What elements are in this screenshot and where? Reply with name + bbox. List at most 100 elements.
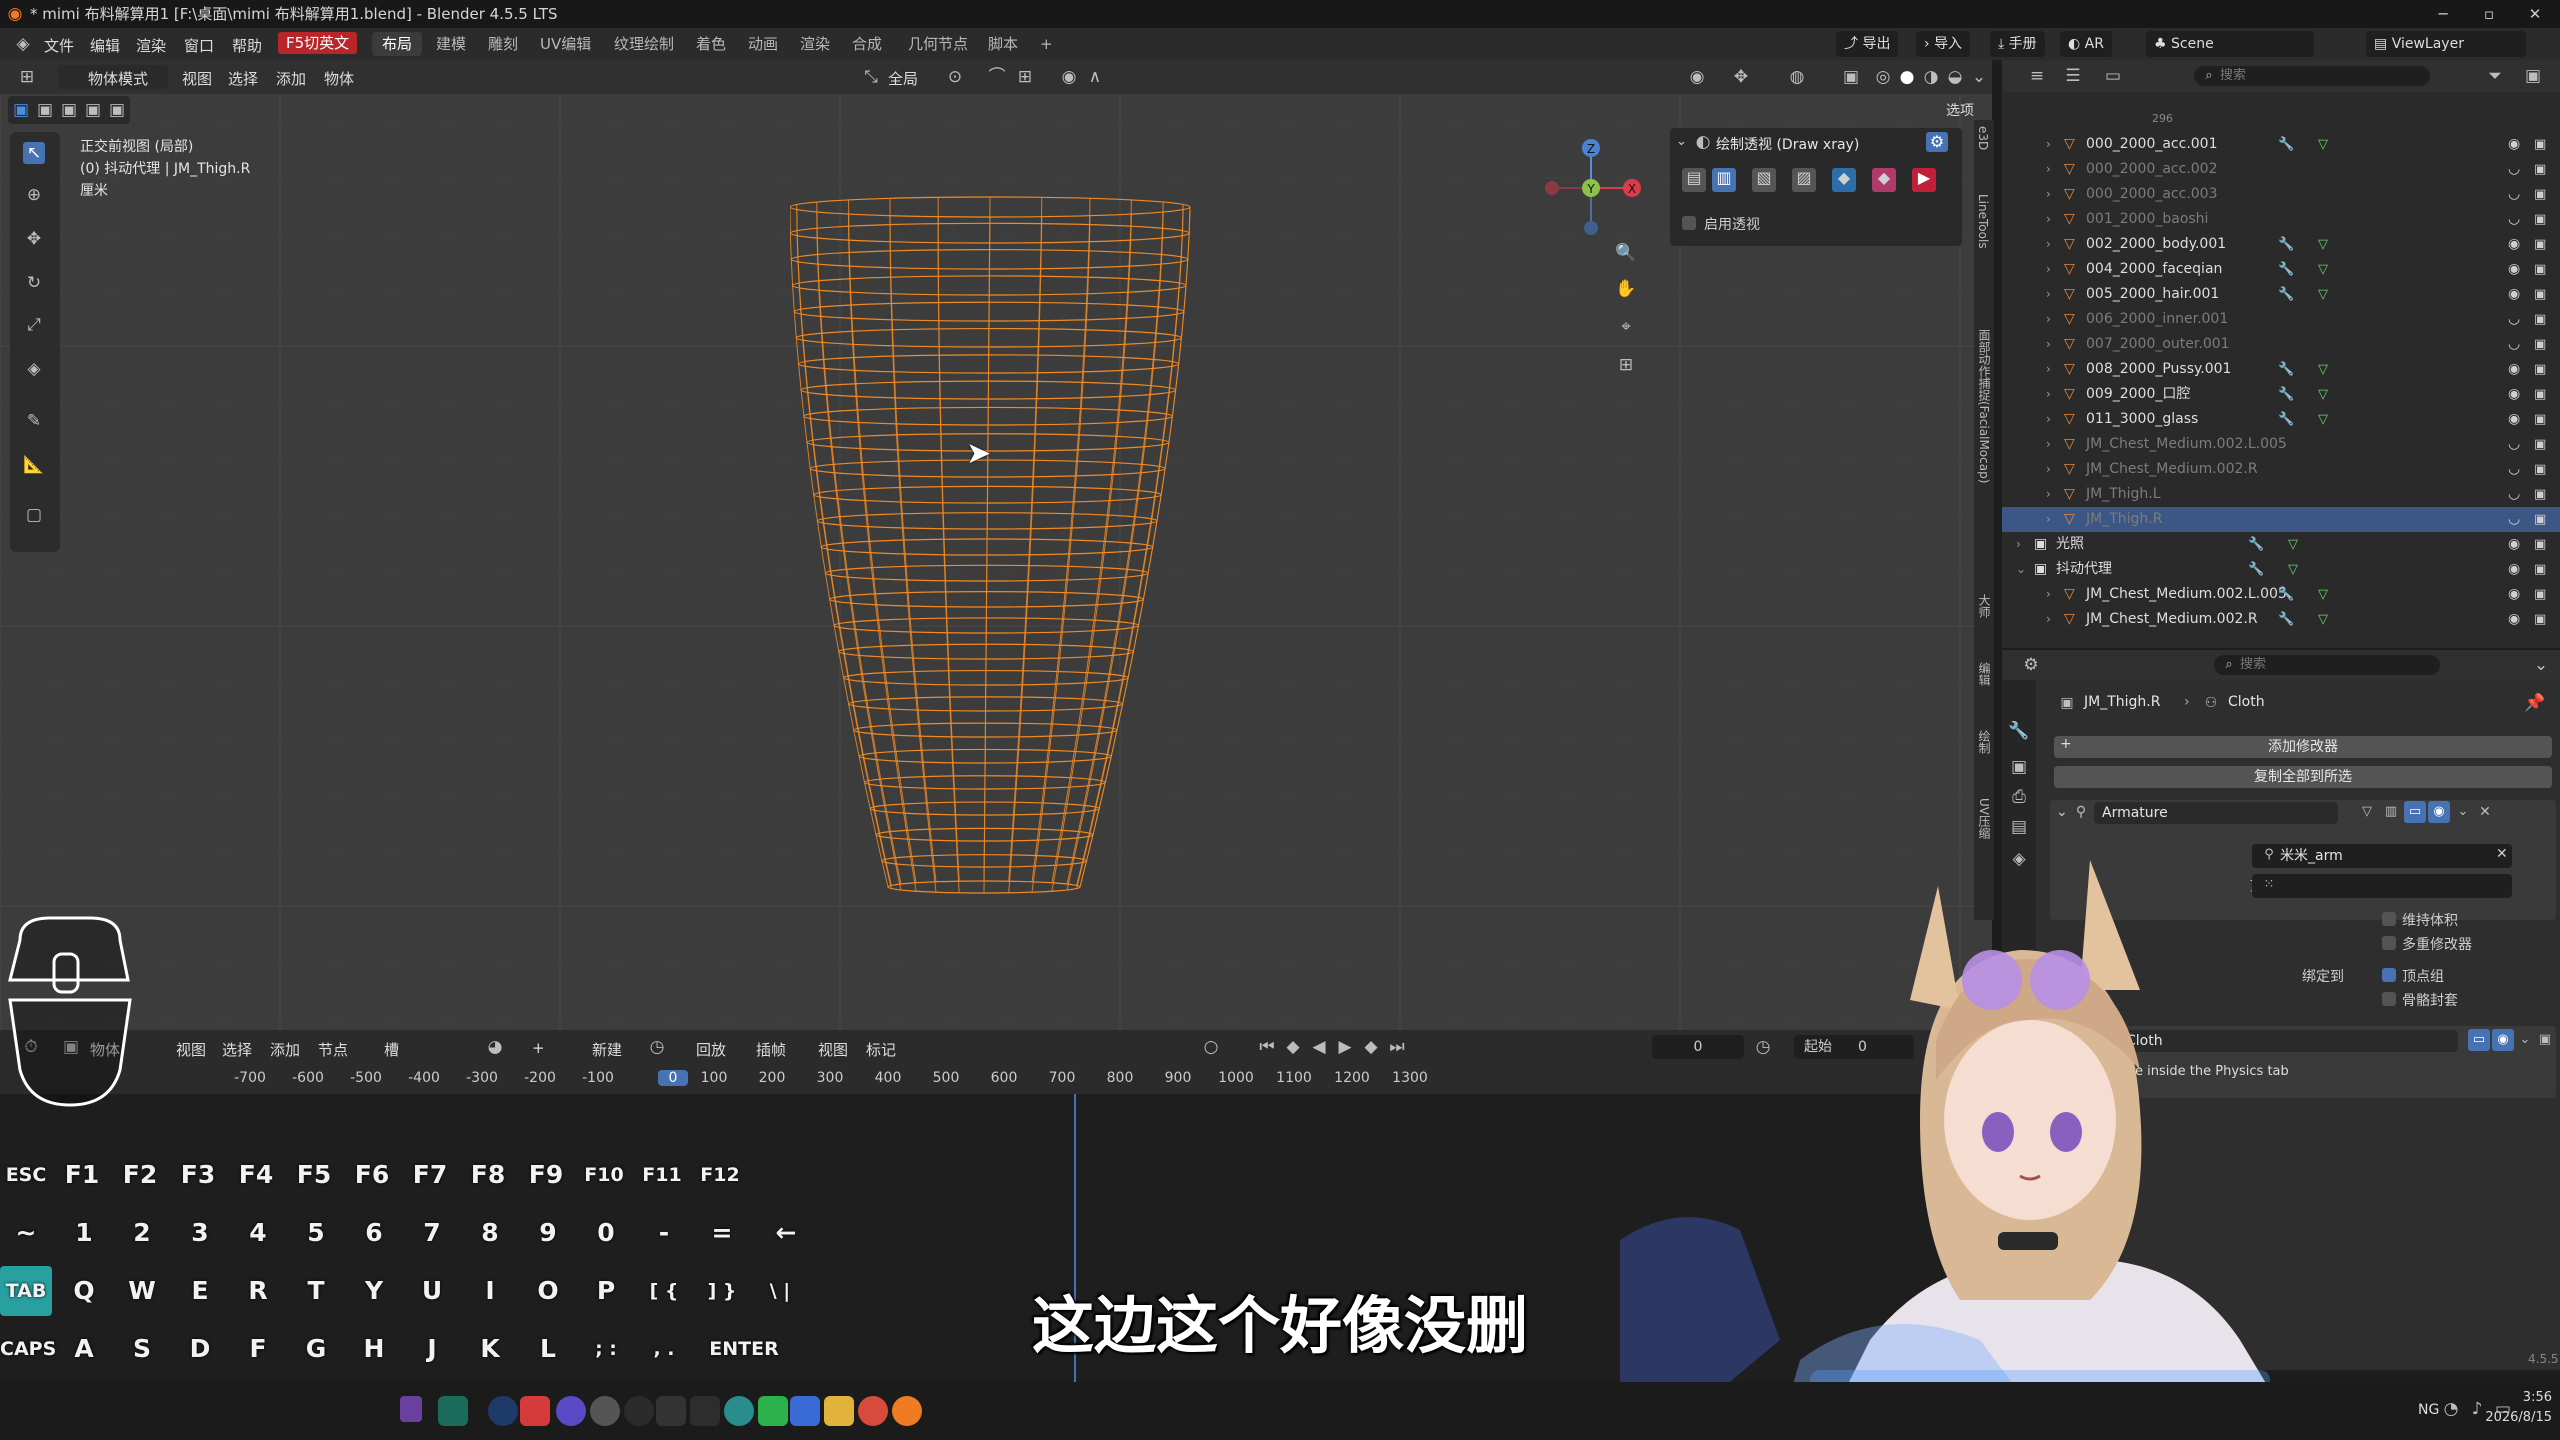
camera-view-icon[interactable]: ⌖: [1608, 316, 1644, 348]
expand-arrow-icon[interactable]: ›: [2046, 382, 2051, 407]
outliner-row[interactable]: › ▽ JM_Chest_Medium.002.R 🔧 ▽ ◉ ▣: [2002, 607, 2560, 632]
tool-tab-icon[interactable]: 🔧: [2008, 720, 2030, 742]
menu-help[interactable]: 帮助: [232, 35, 262, 56]
outliner-row[interactable]: ⌄ ▣ 抖动代理 🔧 ▽ ◉ ▣: [2002, 557, 2560, 582]
tl-menu-add[interactable]: 添加: [270, 1039, 300, 1060]
expand-arrow-icon[interactable]: ›: [2046, 332, 2051, 357]
modifier-wrench-icon[interactable]: 🔧: [2278, 357, 2294, 382]
material-shading-icon[interactable]: ◑: [1920, 66, 1942, 88]
expand-arrow-icon[interactable]: ⌄: [2016, 557, 2026, 582]
render-camera-icon[interactable]: ▣: [2534, 432, 2550, 452]
close-button[interactable]: ✕: [2512, 0, 2558, 28]
cloth-viewport-toggle-icon[interactable]: ▭: [2468, 1029, 2490, 1051]
zoom-icon[interactable]: 🔍: [1608, 242, 1644, 274]
snap-target-icon[interactable]: ⊞: [1014, 66, 1036, 88]
visibility-eye-icon[interactable]: ◡: [2508, 307, 2524, 327]
expand-arrow-icon[interactable]: ›: [2046, 307, 2051, 332]
render-camera-icon[interactable]: ▣: [2534, 257, 2550, 277]
outliner-row[interactable]: › ▽ JM_Thigh.L ◡ ▣: [2002, 482, 2560, 507]
tl-menu-node[interactable]: 节点: [318, 1039, 348, 1060]
visibility-eye-icon[interactable]: ◡: [2508, 457, 2524, 477]
overlay-icon[interactable]: ◍: [1786, 66, 1808, 88]
export-button[interactable]: ⤴ 导出: [1836, 31, 1899, 57]
navigation-gizmo[interactable]: Z X Y: [1536, 136, 1646, 246]
file-explorer-icon[interactable]: [824, 1396, 854, 1426]
vertex-data-icon[interactable]: ▽: [2318, 582, 2328, 607]
play-icon[interactable]: ▶: [1334, 1036, 1356, 1058]
ime-indicator[interactable]: NG: [2418, 1402, 2439, 1418]
vp-menu-select[interactable]: 选择: [228, 68, 258, 89]
expand-arrow-icon[interactable]: ›: [2046, 582, 2051, 607]
gizmo-neg-z[interactable]: [1584, 221, 1598, 235]
viewlayer-selector[interactable]: ▤ ViewLayer: [2366, 31, 2526, 57]
app-teal-icon[interactable]: [724, 1396, 754, 1426]
vertex-data-icon[interactable]: ▽: [2318, 357, 2328, 382]
discord-icon[interactable]: [556, 1396, 586, 1426]
tl-menu-view2[interactable]: 视图: [818, 1039, 848, 1060]
jump-start-icon[interactable]: ⏮: [1256, 1036, 1278, 1058]
tl-menu-marker[interactable]: 标记: [866, 1039, 896, 1060]
select-box-icon[interactable]: ↖: [23, 142, 45, 164]
vp-menu-view[interactable]: 视图: [182, 68, 212, 89]
settings-gear-icon[interactable]: ⚙: [1926, 132, 1948, 152]
modifier-wrench-icon[interactable]: 🔧: [2278, 607, 2294, 632]
sidebar-tab-5[interactable]: 绘制: [1976, 730, 1993, 754]
visibility-eye-icon[interactable]: ◉: [2508, 257, 2524, 277]
tab-uv[interactable]: UV编辑: [530, 32, 601, 56]
visibility-eye-icon[interactable]: ◉: [2508, 282, 2524, 302]
expand-arrow-icon[interactable]: ›: [2046, 457, 2051, 482]
render-camera-icon[interactable]: ▣: [2534, 232, 2550, 252]
visibility-eye-icon[interactable]: ◡: [2508, 482, 2524, 502]
xray-mode-6-icon[interactable]: ◆: [1872, 168, 1896, 192]
solid-shading-icon[interactable]: ●: [1896, 66, 1918, 88]
cloth-extra-icon[interactable]: ▣: [2534, 1029, 2556, 1051]
xray-mode-3-icon[interactable]: ▧: [1752, 168, 1776, 192]
play-reverse-icon[interactable]: ◀: [1308, 1036, 1330, 1058]
xray-mode-7-icon[interactable]: ▶: [1912, 168, 1936, 192]
gizmo-neg-x[interactable]: [1545, 181, 1559, 195]
expand-arrow-icon[interactable]: ›: [2046, 357, 2051, 382]
tab-animation[interactable]: 动画: [738, 32, 788, 56]
add-workspace-button[interactable]: +: [1030, 32, 1063, 56]
xray-enable-checkbox[interactable]: [1682, 216, 1696, 230]
sidebar-tab-2[interactable]: 面部动作捕捉(FacialMocap): [1976, 329, 1993, 483]
outliner-row[interactable]: › ▽ 011_3000_glass 🔧 ▽ ◉ ▣: [2002, 407, 2560, 432]
render-camera-icon[interactable]: ▣: [2534, 357, 2550, 377]
move-icon[interactable]: ✥: [23, 228, 45, 250]
output-tab-icon[interactable]: ⎙: [2008, 786, 2030, 808]
render-camera-icon[interactable]: ▣: [2534, 557, 2550, 577]
pan-hand-icon[interactable]: ✋: [1608, 278, 1644, 310]
select-intersect-icon[interactable]: ▣: [106, 99, 128, 121]
vertex-data-icon[interactable]: ▽: [2288, 532, 2298, 557]
bind-vgroup-checkbox[interactable]: [2382, 968, 2396, 982]
visibility-eye-icon[interactable]: ◉: [2508, 382, 2524, 402]
slot-selector[interactable]: 槽: [384, 1039, 399, 1060]
menu-window[interactable]: 窗口: [184, 35, 214, 56]
visibility-eye-icon[interactable]: ◉: [2508, 582, 2524, 602]
pivot-icon[interactable]: ⊙: [944, 66, 966, 88]
transform-icon[interactable]: ◈: [23, 358, 45, 380]
cage-toggle-icon[interactable]: ▥: [2380, 801, 2402, 823]
expand-arrow-icon[interactable]: ›: [2046, 157, 2051, 182]
rotate-icon[interactable]: ↻: [23, 272, 45, 294]
outliner-row[interactable]: › ▽ 006_2000_inner.001 ◡ ▣: [2002, 307, 2560, 332]
modifier-wrench-icon[interactable]: 🔧: [2278, 382, 2294, 407]
menu-render[interactable]: 渲染: [136, 35, 166, 56]
visibility-eye-icon[interactable]: ◡: [2508, 157, 2524, 177]
perspective-grid-icon[interactable]: ⊞: [1608, 354, 1644, 386]
paw-icon[interactable]: [624, 1396, 654, 1426]
render-toggle-icon[interactable]: ◉: [2428, 801, 2450, 823]
measure-icon[interactable]: 📐: [23, 454, 45, 476]
tab-layout[interactable]: 布局: [372, 32, 423, 56]
edit-mode-toggle-icon[interactable]: ▽: [2356, 801, 2378, 823]
playback-icon[interactable]: ◷: [646, 1036, 668, 1058]
steam-icon[interactable]: [488, 1396, 518, 1426]
bind-envelope-checkbox[interactable]: [2382, 992, 2396, 1006]
multi-modifier-checkbox[interactable]: [2382, 936, 2396, 950]
select-subtract-icon[interactable]: ▣: [58, 99, 80, 121]
tl-menu-keying[interactable]: 插帧: [756, 1039, 786, 1060]
maximize-button[interactable]: ▫: [2466, 0, 2512, 28]
visibility-eye-icon[interactable]: ◉: [2508, 357, 2524, 377]
clear-object-icon[interactable]: ✕: [2496, 846, 2508, 862]
vertex-data-icon[interactable]: ▽: [2318, 382, 2328, 407]
